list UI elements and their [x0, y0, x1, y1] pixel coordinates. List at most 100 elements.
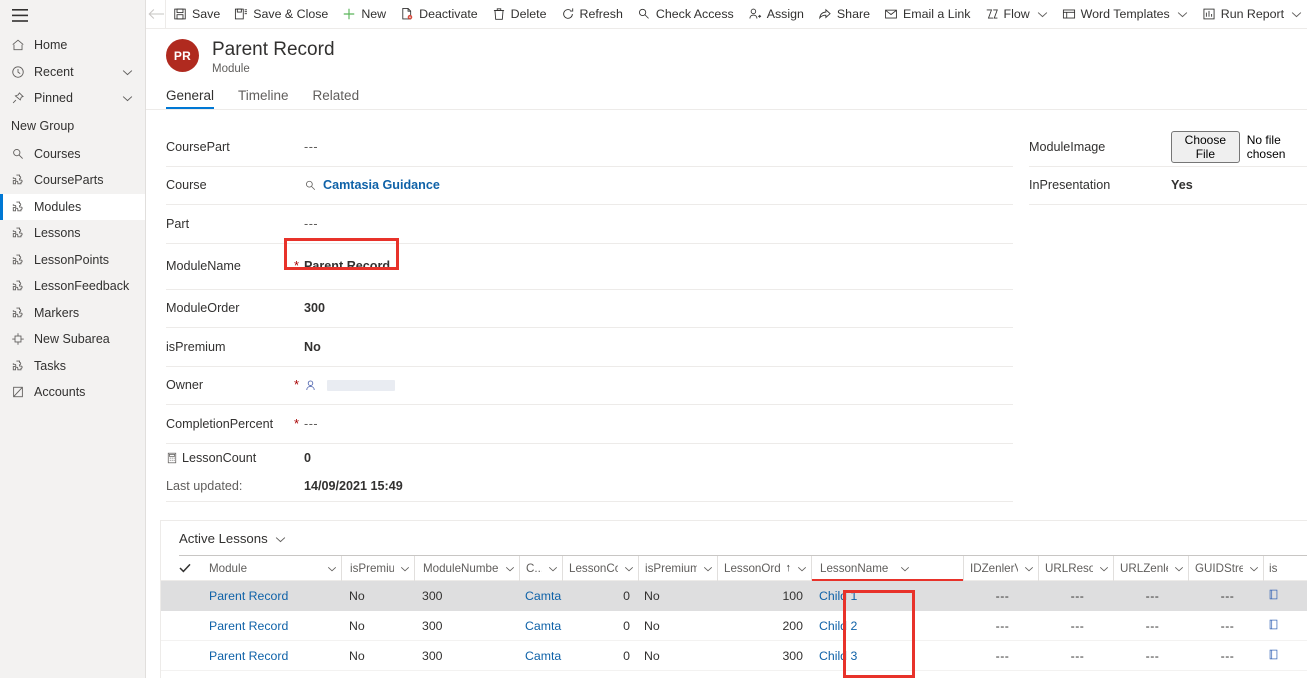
- field-value[interactable]: [304, 379, 1013, 392]
- sidebar-item-courseparts[interactable]: CourseParts: [0, 167, 145, 194]
- sidebar-item-home[interactable]: Home: [0, 32, 145, 59]
- column-header-is[interactable]: is: [1263, 555, 1307, 581]
- cell-course[interactable]: Camta: [519, 641, 562, 671]
- sidebar-item-courses[interactable]: Courses: [0, 141, 145, 168]
- sidebar-item-tasks[interactable]: Tasks: [0, 353, 145, 380]
- sidebar-item-markers[interactable]: Markers: [0, 300, 145, 327]
- field-value[interactable]: Camtasia Guidance: [304, 178, 1013, 192]
- column-header-lessonname[interactable]: LessonName: [811, 555, 963, 581]
- chevron-down-icon[interactable]: [1093, 562, 1109, 575]
- save-and-close-button[interactable]: Save & Close: [227, 0, 335, 29]
- sidebar-item-new-subarea[interactable]: New Subarea: [0, 326, 145, 353]
- table-row[interactable]: Parent Record No 300 Camta 0 No 300 Chil…: [161, 641, 1307, 671]
- field-value[interactable]: ---: [304, 417, 1013, 431]
- chevron-down-icon[interactable]: [894, 562, 910, 575]
- column-header-lessonorder[interactable]: LessonOrder ↑: [717, 555, 811, 581]
- field-moduleorder: ModuleOrder 300: [166, 290, 1013, 328]
- sidebar-item-lessons[interactable]: Lessons: [0, 220, 145, 247]
- chevron-down-icon[interactable]: [1037, 7, 1048, 21]
- run-report-button[interactable]: Run Report: [1195, 0, 1307, 29]
- sidebar-item-lessonfeedback[interactable]: LessonFeedback: [0, 273, 145, 300]
- cell-module[interactable]: Parent Record: [201, 641, 341, 671]
- chevron-down-icon[interactable]: [791, 562, 807, 575]
- plus-icon: [342, 7, 356, 21]
- column-header-modulenumber[interactable]: ModuleNumber: [414, 555, 519, 581]
- chevron-down-icon[interactable]: [697, 562, 713, 575]
- share-button[interactable]: Share: [811, 0, 877, 29]
- chevron-down-icon[interactable]: [542, 562, 558, 575]
- cell-module[interactable]: Parent Record: [201, 611, 341, 641]
- new-button[interactable]: New: [335, 0, 393, 29]
- table-row[interactable]: Parent Record No 300 Camta 0 No 100 Chil…: [161, 581, 1307, 611]
- form-area: CoursePart --- Course Camtasia Guidance: [146, 128, 1307, 502]
- sidebar-item-lessonpoints[interactable]: LessonPoints: [0, 247, 145, 274]
- modulename-input[interactable]: Parent Record: [304, 259, 1013, 273]
- check-access-button[interactable]: Check Access: [630, 0, 741, 29]
- chevron-down-icon[interactable]: [321, 562, 337, 575]
- assign-button[interactable]: Assign: [741, 0, 811, 29]
- app-root: Home Recent Pinned New Group Courses Cou…: [0, 0, 1307, 678]
- chevron-down-icon[interactable]: [499, 562, 515, 575]
- column-header-guidstream[interactable]: GUIDStrea...: [1188, 555, 1263, 581]
- sidebar-item-accounts[interactable]: Accounts: [0, 379, 145, 406]
- chevron-down-icon[interactable]: [618, 562, 634, 575]
- chevron-down-icon[interactable]: [275, 531, 286, 546]
- chevron-down-icon[interactable]: [122, 91, 133, 105]
- flow-button[interactable]: Flow: [978, 0, 1055, 29]
- sidebar-item-label: Tasks: [34, 358, 66, 373]
- chevron-down-icon[interactable]: [122, 65, 133, 79]
- subarea-icon: [11, 331, 29, 347]
- course-link[interactable]: Camtasia Guidance: [323, 178, 440, 192]
- column-header-urlzenler[interactable]: URLZenler...: [1113, 555, 1188, 581]
- cell-lessonname[interactable]: Child 1: [811, 581, 963, 611]
- choose-file-button[interactable]: Choose File: [1171, 130, 1240, 163]
- sidebar-item-recent[interactable]: Recent: [0, 59, 145, 86]
- field-value[interactable]: ---: [304, 140, 1013, 154]
- chevron-down-icon[interactable]: [1243, 562, 1259, 575]
- cell-module[interactable]: Parent Record: [201, 581, 341, 611]
- cell-lessonname[interactable]: Child 2: [811, 611, 963, 641]
- tab-related[interactable]: Related: [313, 88, 360, 109]
- table-row[interactable]: Parent Record No 300 Camta 0 No 200 Chil…: [161, 611, 1307, 641]
- field-value[interactable]: Yes: [1171, 178, 1307, 192]
- refresh-button[interactable]: Refresh: [554, 0, 630, 29]
- chevron-down-icon[interactable]: [1177, 7, 1188, 21]
- chevron-down-icon[interactable]: [1291, 7, 1302, 21]
- record-header: PR Parent Record Module General Timeline…: [146, 29, 1307, 109]
- chevron-down-icon[interactable]: [1168, 562, 1184, 575]
- column-header-lessoncount[interactable]: LessonCou...: [562, 555, 638, 581]
- cell-course[interactable]: Camta: [519, 581, 562, 611]
- chevron-down-icon[interactable]: [394, 562, 410, 575]
- column-header-idzenlervi[interactable]: IDZenlerVi...: [963, 555, 1038, 581]
- tab-general[interactable]: General: [166, 88, 215, 109]
- tab-timeline[interactable]: Timeline: [238, 88, 289, 109]
- select-all-checkbox[interactable]: [179, 563, 201, 573]
- word-templates-button[interactable]: Word Templates: [1055, 0, 1195, 29]
- column-header-ispremium[interactable]: isPremium: [341, 555, 414, 581]
- site-map-toggle[interactable]: [0, 0, 145, 30]
- save-button[interactable]: Save: [166, 0, 227, 29]
- cell-urlresource: ---: [1070, 588, 1085, 603]
- deactivate-button[interactable]: Deactivate: [393, 0, 485, 29]
- cell-lessonname[interactable]: Child 3: [811, 641, 963, 671]
- word-template-icon: [1062, 7, 1076, 21]
- cell-ispremium: No: [349, 618, 365, 633]
- cell-course[interactable]: Camta: [519, 611, 562, 641]
- field-last-updated: Last updated: 14/09/2021 15:49: [166, 472, 1013, 502]
- column-header-ispremium-2[interactable]: isPremium ...: [638, 555, 717, 581]
- field-value[interactable]: 300: [304, 301, 1013, 315]
- cell-ispremium-2: No: [644, 648, 660, 663]
- sidebar-item-pinned[interactable]: Pinned: [0, 85, 145, 112]
- chevron-down-icon[interactable]: [1018, 562, 1034, 575]
- sidebar-item-modules[interactable]: Modules: [0, 193, 145, 220]
- lookup-search-icon: [304, 179, 317, 192]
- delete-button[interactable]: Delete: [485, 0, 554, 29]
- column-header-module[interactable]: Module: [201, 556, 341, 581]
- field-value[interactable]: No: [304, 340, 1013, 354]
- column-header-urlresource[interactable]: URLResource: [1038, 555, 1113, 581]
- back-arrow-icon[interactable]: [148, 0, 166, 29]
- field-value[interactable]: ---: [304, 217, 1013, 231]
- column-header-c[interactable]: C...: [519, 555, 562, 581]
- email-a-link-button[interactable]: Email a Link: [877, 0, 978, 29]
- delete-label: Delete: [510, 7, 547, 21]
